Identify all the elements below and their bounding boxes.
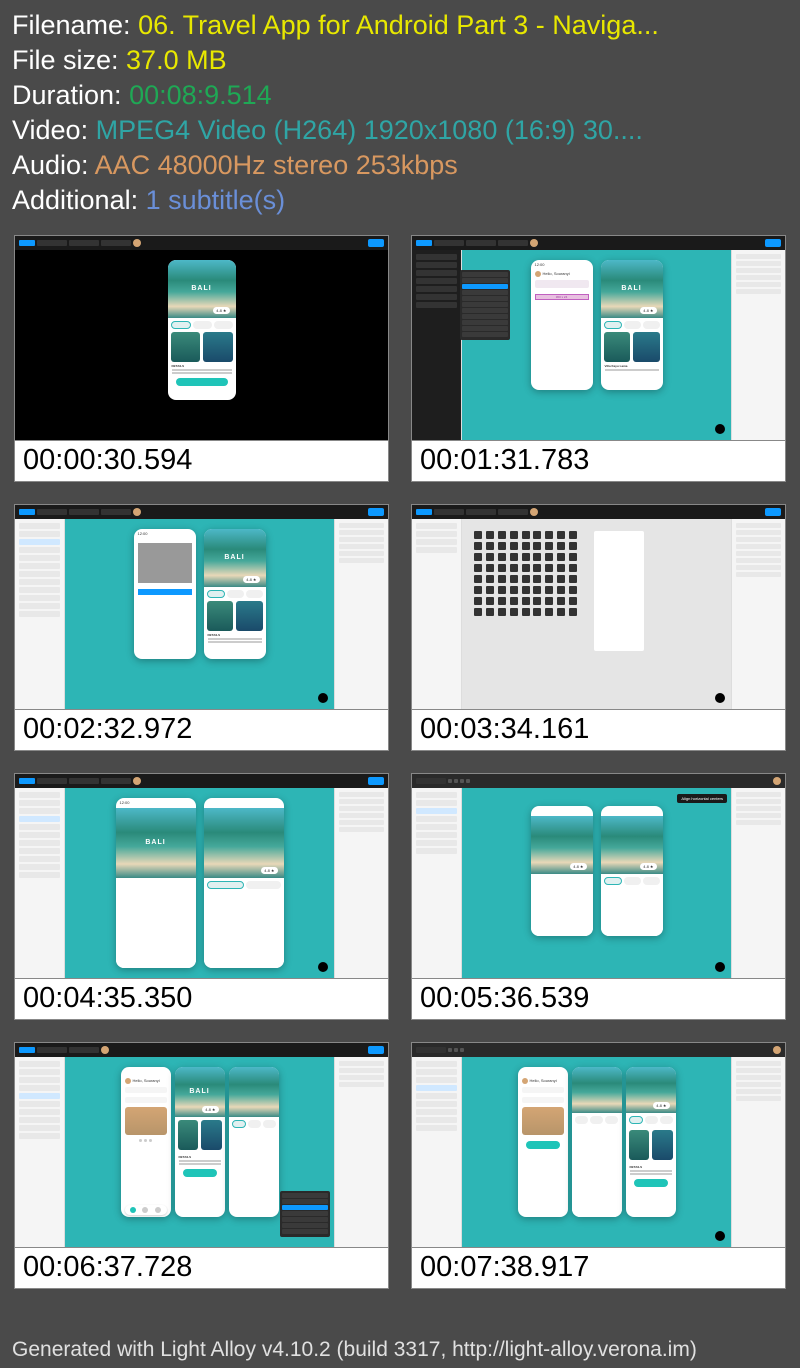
thumbnail-image-4 (411, 504, 786, 710)
filename-row: Filename: 06. Travel App for Android Par… (12, 8, 788, 43)
thumbnail-1[interactable]: BALI 4.8 ★ DETAILS 00:00:30.594 (14, 235, 389, 482)
filesize-label: File size: (12, 45, 126, 75)
time-text: 12:00 (134, 529, 196, 539)
time-text: 12:00 (531, 260, 593, 270)
thumbnail-image-5: 12:00 BALI 4.8 ★ (14, 773, 389, 979)
filename-value: 06. Travel App for Android Part 3 - Navi… (138, 10, 659, 40)
thumbnail-8[interactable]: Hello, Souranyi 4.8 ★ (411, 1042, 786, 1289)
duration-value: 00:08:9.514 (129, 80, 272, 110)
timestamp-6: 00:05:36.539 (411, 979, 786, 1020)
rating-badge: 4.8 ★ (243, 576, 259, 583)
thumbnail-grid: BALI4.8 ★ DETAILS 00:00:30.594 1 (0, 231, 800, 1289)
thumbnail-image-8: Hello, Souranyi 4.8 ★ (411, 1042, 786, 1248)
rating-badge: 4.8 ★ (570, 863, 586, 870)
timestamp-1: 00:00:30.594 (14, 441, 389, 482)
details-title: DETAILS (208, 633, 262, 637)
rating-badge: 4.8 ★ (640, 307, 656, 314)
thumbnail-image-3: 12:00 BALI 4.8 ★ DETAILS (14, 504, 389, 710)
details-title: DETAILS (172, 364, 232, 368)
video-value: MPEG4 Video (H264) 1920x1080 (16:9) 30..… (96, 115, 643, 145)
thumbnail-image-1: BALI 4.8 ★ DETAILS (14, 235, 389, 441)
timestamp-3: 00:02:32.972 (14, 710, 389, 751)
thumbnail-4[interactable]: 00:03:34.161 (411, 504, 786, 751)
details-title: DETAILS (630, 1165, 672, 1169)
rating-badge: 4.8 ★ (640, 863, 656, 870)
thumbnail-image-6: Align horizontal centers 4.8 ★ 4.8 ★ (411, 773, 786, 979)
time-text: 12:00 (116, 798, 196, 808)
additional-value: 1 subtitle(s) (146, 185, 286, 215)
bali-text: BALI (621, 285, 641, 292)
thumbnail-image-2: 12:00 Hello, Souranyi 360 x 24 BALI4.8 ★… (411, 235, 786, 441)
duration-row: Duration: 00:08:9.514 (12, 78, 788, 113)
icon-grid (466, 523, 586, 624)
video-label: Video: (12, 115, 96, 145)
additional-label: Additional: (12, 185, 146, 215)
thumbnail-5[interactable]: 12:00 BALI 4.8 ★ 00:04:35.350 (14, 773, 389, 1020)
audio-value: AAC 48000Hz stereo 253kbps (95, 150, 458, 180)
additional-row: Additional: 1 subtitle(s) (12, 183, 788, 218)
timestamp-8: 00:07:38.917 (411, 1248, 786, 1289)
thumbnail-6[interactable]: Align horizontal centers 4.8 ★ 4.8 ★ (411, 773, 786, 1020)
thumbnail-7[interactable]: Hello, Souranyi BALI 4.8 ★ DETAILS (14, 1042, 389, 1289)
rating-badge: 4.8 ★ (202, 1106, 218, 1113)
rating-badge: 4.8 ★ (213, 307, 229, 314)
audio-row: Audio: AAC 48000Hz stereo 253kbps (12, 148, 788, 183)
hello-text: Hello, Souranyi (543, 271, 570, 276)
footer-text: Generated with Light Alloy v4.10.2 (buil… (12, 1338, 697, 1362)
video-row: Video: MPEG4 Video (H264) 1920x1080 (16:… (12, 113, 788, 148)
thumbnail-2[interactable]: 12:00 Hello, Souranyi 360 x 24 BALI4.8 ★… (411, 235, 786, 482)
avatar-icon (535, 271, 541, 277)
hello-text: Hello, Souranyi (530, 1078, 557, 1083)
villa-text: Villa Kayu Lama (605, 364, 659, 368)
filename-label: Filename: (12, 10, 138, 40)
bali-text: BALI (224, 554, 244, 561)
timestamp-2: 00:01:31.783 (411, 441, 786, 482)
bali-text: BALI (191, 285, 211, 292)
filesize-row: File size: 37.0 MB (12, 43, 788, 78)
thumbnail-image-7: Hello, Souranyi BALI 4.8 ★ DETAILS (14, 1042, 389, 1248)
rating-badge: 4.8 ★ (261, 867, 277, 874)
thumbnail-3[interactable]: 12:00 BALI4.8 ★ DETAILS 00:02:32. (14, 504, 389, 751)
bali-text: BALI (189, 1088, 209, 1095)
audio-label: Audio: (12, 150, 95, 180)
timestamp-4: 00:03:34.161 (411, 710, 786, 751)
hello-text: Hello, Souranyi (133, 1078, 160, 1083)
rating-badge: 4.8 ★ (653, 1102, 669, 1109)
timestamp-5: 00:04:35.350 (14, 979, 389, 1020)
media-info-panel: Filename: 06. Travel App for Android Par… (0, 0, 800, 231)
details-title: DETAILS (179, 1155, 221, 1159)
timestamp-7: 00:06:37.728 (14, 1248, 389, 1289)
duration-label: Duration: (12, 80, 129, 110)
filesize-value: 37.0 MB (126, 45, 227, 75)
bali-text: BALI (145, 839, 165, 846)
